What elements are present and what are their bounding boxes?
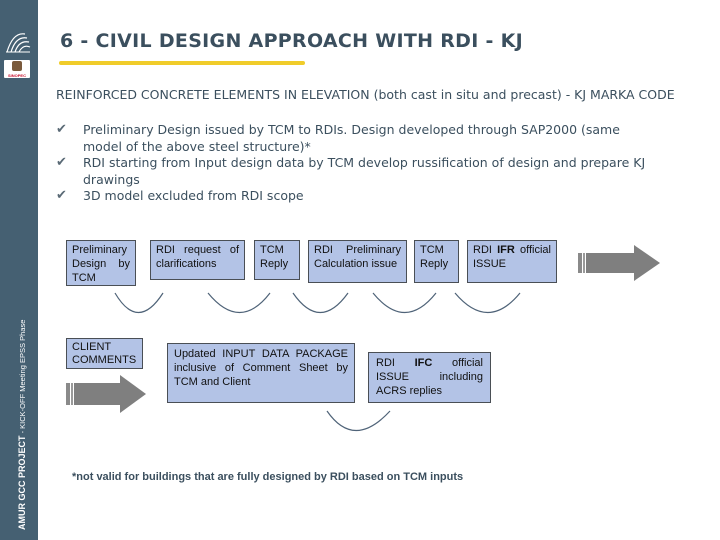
bullet-item: ✔ RDI starting from Input design data by … [56,155,656,188]
check-icon: ✔ [56,122,67,137]
ifc-bold: IFC [414,357,433,369]
meeting-label: - KICK-OFF Meeting EPSS Phase [18,319,27,436]
bullet-text: 3D model excluded from RDI scope [83,188,304,203]
connector-arc [454,292,521,314]
sinopec-logo: SINOPEC [4,60,30,78]
connector-arc [292,292,349,314]
sinopec-logo-text: SINOPEC [7,73,26,78]
flow-box-rdi-request: RDI request of clarifications [150,240,245,280]
flow-box-client-comments: CLIENT COMMENTS [66,338,143,369]
ifc-pre: RDI [376,357,415,369]
input-arrow-icon [66,375,146,413]
bullet-list: ✔ Preliminary Design issued by TCM to RDI… [56,122,656,205]
connector-arc [326,410,391,432]
bullet-item: ✔ Preliminary Design issued by TCM to RDI… [56,122,656,155]
flow-box-tcm-reply-2: TCM Reply [414,240,459,283]
check-icon: ✔ [56,155,67,170]
flow-box-preliminary-design: Preliminary Design by TCM [66,240,136,286]
flow-box-rdi-ifc-issue: RDI IFC official ISSUE including ACRS re… [368,352,491,403]
flow-box-tcm-reply-1: TCM Reply [254,240,300,280]
project-name: AMUR GCC PROJECT [17,435,27,530]
connector-arc [372,292,437,314]
bullet-item: ✔ 3D model excluded from RDI scope [56,188,656,205]
ifr-bold: IFR [497,244,515,256]
bullet-text: Preliminary Design issued by TCM to RDIs… [83,122,620,154]
flow-box-updated-input-package: Updated INPUT DATA PACKAGE inclusive of … [167,343,355,403]
footnote: *not valid for buildings that are fully … [72,471,464,483]
slide-title: 6 - CIVIL DESIGN APPROACH WITH RDI - KJ [60,30,524,52]
flow-box-rdi-ifr-issue: RDI IFR official ISSUE [467,240,557,283]
check-icon: ✔ [56,188,67,203]
next-step-arrow-icon [578,245,660,281]
sinopec-mark-icon [12,61,22,71]
flow-box-rdi-preliminary-calc: RDI Preliminary Calculation issue [308,240,407,283]
connector-arc [114,292,164,313]
title-underline [59,61,305,65]
connector-arc [207,292,271,314]
bullet-text: RDI starting from Input design data by T… [83,155,646,187]
ifr-pre: RDI [473,244,498,256]
intro-text: REINFORCED CONCRETE ELEMENTS IN ELEVATIO… [56,87,675,102]
arch-logo-icon [6,33,31,53]
project-label: AMUR GCC PROJECT - KICK-OFF Meeting EPSS… [12,320,30,530]
sidebar: SINOPEC AMUR GCC PROJECT - KICK-OFF Meet… [0,0,38,540]
